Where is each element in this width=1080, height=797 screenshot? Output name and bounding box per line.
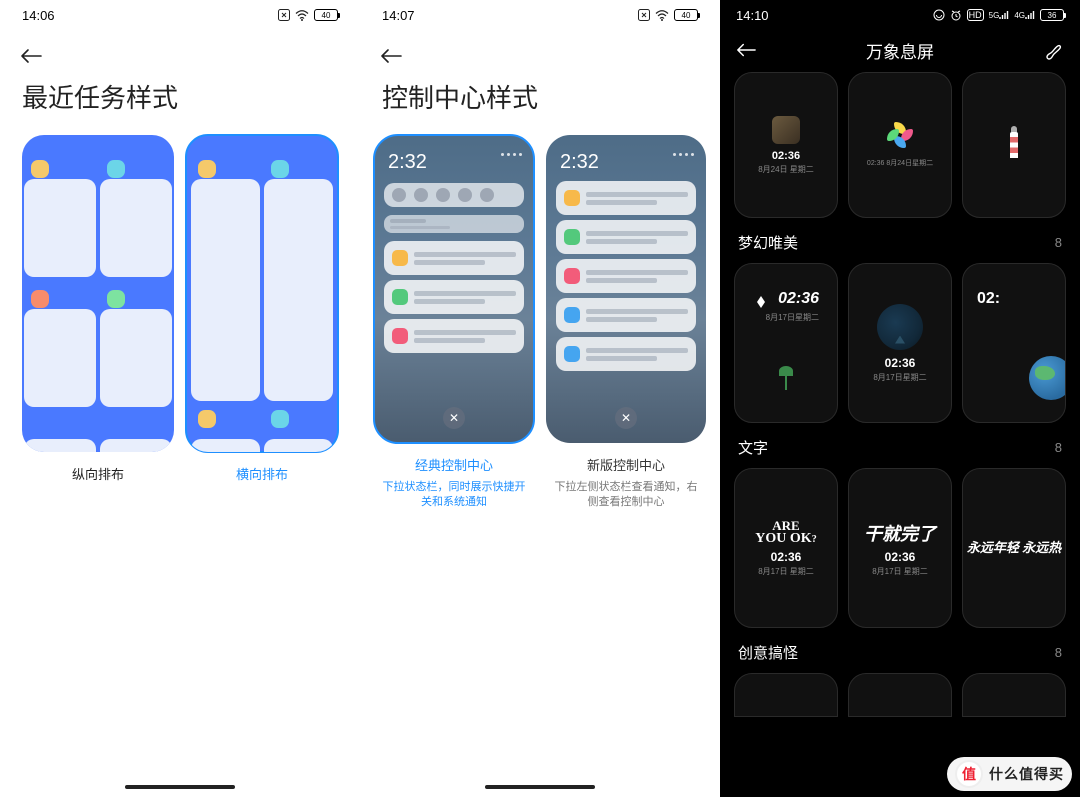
close-icon: ✕ [615,407,637,429]
wifi-icon [655,10,669,21]
panel-aod: 14:10 HD 5G 4G 36 万象息屏 02:36 8月24日 星期二 0… [720,0,1080,797]
panel-recent-tasks: 14:06 40 最近任务样式 纵向排布 [0,0,360,797]
watermark: 值 什么值得买 [947,757,1072,791]
option-classic-cc[interactable]: 2:32 ✕ 经典控制中心 下拉状态栏，同时展示快捷开关和系统通知 [374,135,534,510]
kite-icon [757,296,765,308]
aod-card[interactable]: 永远年轻 永远热 [962,468,1066,628]
pinwheel-icon [887,122,913,148]
home-indicator[interactable] [485,785,595,789]
aod-card[interactable] [962,72,1066,218]
signal-4g-icon: 4G [1014,10,1035,20]
option-new-cc[interactable]: 2:32 ✕ 新版控制中心 下拉左侧状态栏查看通知，右侧查看控制中心 [546,135,706,510]
back-button[interactable] [736,42,756,58]
page-title: 万象息屏 [866,38,934,63]
preview-classic: 2:32 ✕ [374,135,534,443]
option-label: 新版控制中心 [587,455,665,474]
header: 万象息屏 [720,30,1080,66]
alarm-icon [950,9,962,21]
home-indicator[interactable] [125,785,235,789]
status-bar: 14:06 40 [0,0,360,30]
close-x-icon [638,9,650,21]
section-header[interactable]: 梦幻唯美 8 [738,232,1062,253]
plant-icon [779,358,793,390]
option-label: 纵向排布 [72,464,124,483]
aod-card[interactable] [734,673,838,717]
page-title: 最近任务样式 [0,64,360,135]
preview-new: 2:32 ✕ [546,135,706,443]
arrow-left-icon [20,48,42,64]
option-label: 横向排布 [236,464,288,483]
status-time: 14:06 [22,8,55,23]
back-button[interactable] [0,30,360,64]
aod-card[interactable]: 02:36 8月17日星期二 [848,263,952,423]
watermark-badge-icon: 值 [955,760,983,788]
brush-icon[interactable] [1044,40,1064,60]
status-bar: 14:07 40 [360,0,720,30]
signal-5g-icon: 5G [989,10,1010,20]
lighthouse-icon [1010,132,1018,158]
wifi-icon [295,10,309,21]
preview-vertical [22,135,174,452]
option-horizontal-layout[interactable]: 横向排布 [186,135,338,483]
aod-card[interactable]: 02:36 8月17日星期二 [734,263,838,423]
status-time: 14:10 [736,8,769,23]
aod-card[interactable]: 02:36 8月24日星期二 [848,72,952,218]
option-label: 经典控制中心 [415,455,493,474]
status-time: 14:07 [382,8,415,23]
aod-card[interactable] [848,673,952,717]
option-desc: 下拉状态栏，同时展示快捷开关和系统通知 [374,480,534,511]
page-title: 控制中心样式 [360,64,720,135]
aod-scroll[interactable]: 02:36 8月24日 星期二 02:36 8月24日星期二 梦幻唯美 8 02… [720,72,1080,797]
globe-icon [1029,356,1066,400]
aod-card[interactable]: ARE YOU OK? 02:36 8月17日 星期二 [734,468,838,628]
battery-icon: 40 [314,9,338,21]
preview-horizontal [186,135,338,452]
battery-icon: 36 [1040,9,1064,21]
aod-card[interactable] [962,673,1066,717]
arrow-left-icon [380,48,402,64]
aod-card[interactable]: 02:36 8月24日 星期二 [734,72,838,218]
panel-control-center: 14:07 40 控制中心样式 2:32 ✕ 经典控制中心 下拉状态栏，同时展示… [360,0,720,797]
status-bar: 14:10 HD 5G 4G 36 [720,0,1080,30]
dnd-icon [933,9,945,21]
back-button[interactable] [360,30,720,64]
close-x-icon [278,9,290,21]
option-vertical-layout[interactable]: 纵向排布 [22,135,174,483]
aod-card[interactable]: 02: [962,263,1066,423]
option-desc: 下拉左侧状态栏查看通知，右侧查看控制中心 [546,480,706,511]
close-icon: ✕ [443,407,465,429]
aod-card[interactable]: 干就完了 02:36 8月17日 星期二 [848,468,952,628]
battery-icon: 40 [674,9,698,21]
hd-icon: HD [967,9,984,21]
section-header[interactable]: 创意搞怪 8 [738,642,1062,663]
moon-icon [877,304,923,350]
section-header[interactable]: 文字 8 [738,437,1062,458]
